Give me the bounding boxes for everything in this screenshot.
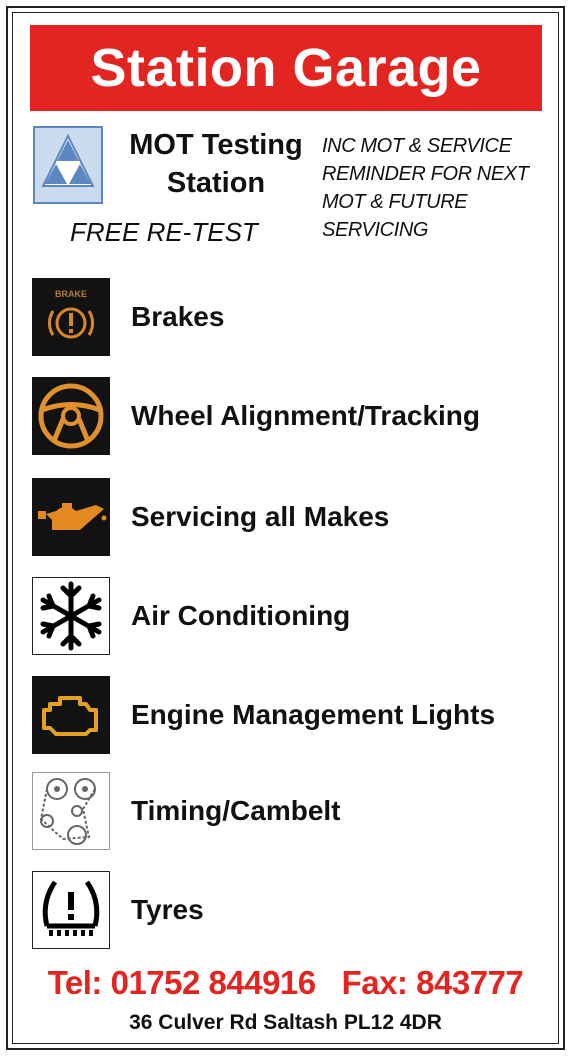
brake-warning-icon: BRAKE [32,278,110,356]
free-retest-text: FREE RE-TEST [70,217,258,247]
reminder-line: MOT & FUTURE [322,191,468,213]
service-label: Servicing all Makes [131,501,390,532]
mot-title-line2: Station [166,167,266,199]
oil-can-icon [32,478,110,556]
engine-light-icon [32,676,110,754]
mot-title-line1: MOT Testing [129,129,303,161]
tyre-pressure-icon [32,871,110,949]
service-label: Brakes [131,301,225,332]
service-label: Tyres [131,894,204,925]
service-engine-management: Engine Management Lights [0,676,571,758]
service-wheel-alignment: Wheel Alignment/Tracking [0,377,571,459]
service-label: Air Conditioning [131,600,351,631]
reminder-text: INC MOT & SERVICE REMINDER FOR NEXT MOT … [322,132,562,244]
brake-icon-text: BRAKE [55,289,87,299]
snowflake-icon [32,577,110,655]
service-label: Timing/Cambelt [131,795,341,826]
cambelt-icon [32,772,110,850]
service-label: Engine Management Lights [131,699,496,730]
service-label: Wheel Alignment/Tracking [131,400,481,431]
service-tyres: Tyres [0,871,571,953]
service-air-conditioning: Air Conditioning [0,577,571,659]
phone-fax: Tel: 01752 844916 Fax: 843777 [47,964,524,1001]
mot-triangles-icon [33,126,103,204]
address: 36 Culver Rd Saltash PL12 4DR [129,1011,442,1034]
reminder-line: REMINDER FOR NEXT [322,163,529,185]
reminder-line: INC MOT & SERVICE [322,135,512,157]
mot-title: MOT Testing Station [114,126,318,202]
service-servicing: Servicing all Makes [0,478,571,560]
reminder-line: SERVICING [322,219,429,241]
service-brakes: BRAKE Brakes [0,278,571,360]
service-timing-cambelt: Timing/Cambelt [0,772,571,854]
header-banner: Station Garage [30,25,542,111]
business-name: Station Garage [90,38,482,98]
steering-wheel-icon [32,377,110,455]
